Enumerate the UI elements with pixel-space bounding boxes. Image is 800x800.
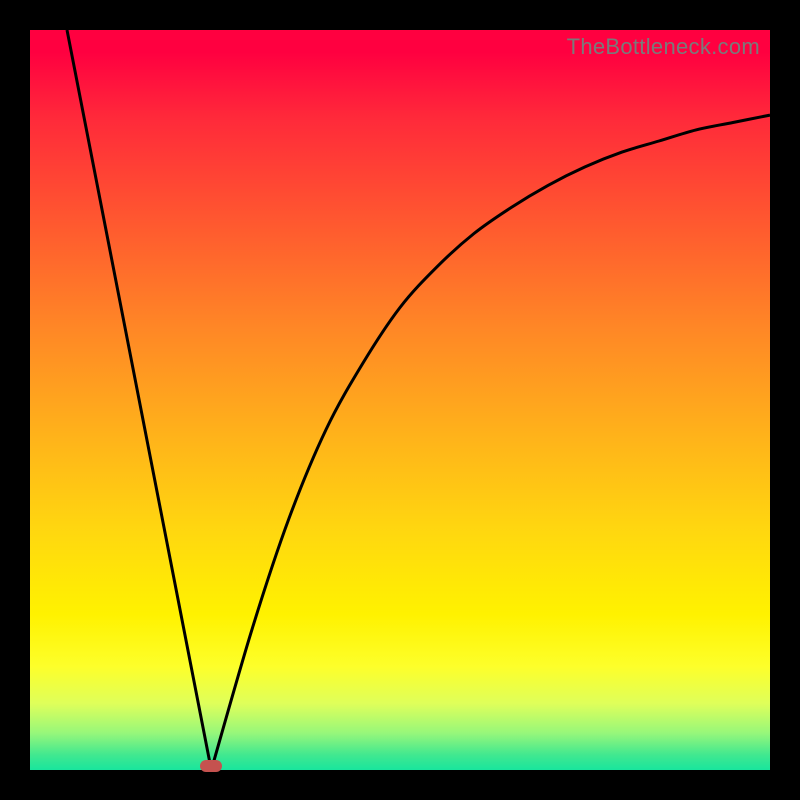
minimum-marker (200, 760, 222, 772)
chart-frame: TheBottleneck.com (0, 0, 800, 800)
curve-path (67, 30, 770, 770)
bottleneck-curve (30, 30, 770, 770)
plot-area: TheBottleneck.com (30, 30, 770, 770)
